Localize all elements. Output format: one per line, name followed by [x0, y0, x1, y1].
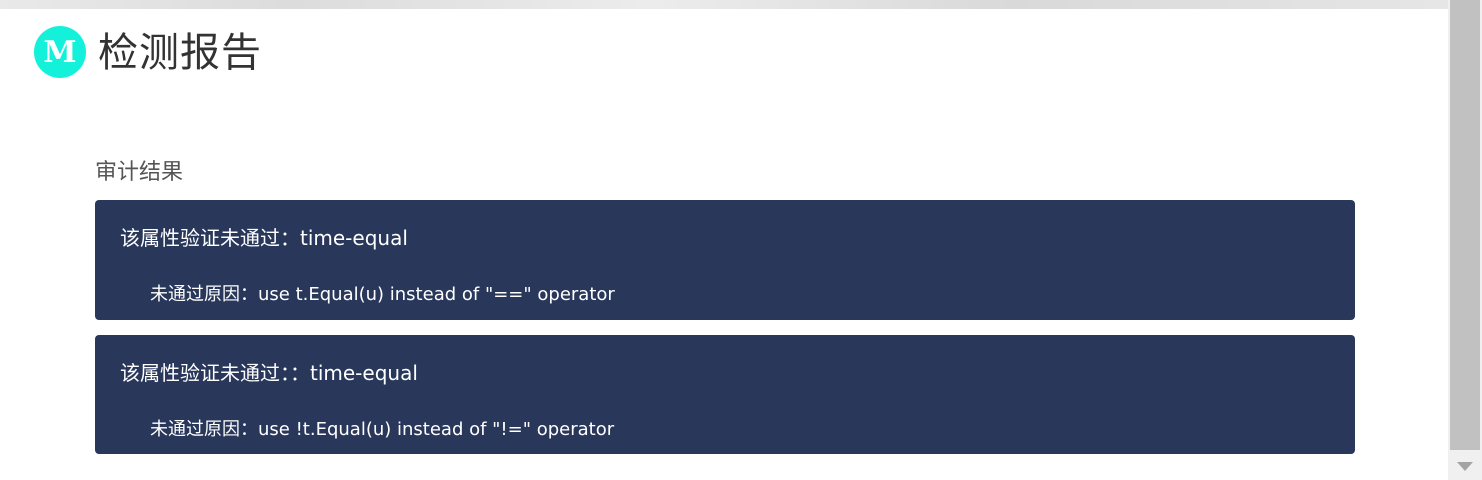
page-title: 检测报告 [98, 30, 262, 76]
chevron-down-icon [1457, 461, 1473, 471]
result-card: 该属性验证未通过：：time-equal 未通过原因：use !t.Equal(… [95, 335, 1355, 454]
result-card: 该属性验证未通过：time-equal 未通过原因：use t.Equal(u)… [95, 200, 1355, 320]
logo-icon: M [34, 26, 86, 78]
scrollbar-thumb[interactable] [1450, 0, 1480, 450]
result-title: 该属性验证未通过：：time-equal [120, 361, 418, 385]
result-reason: 未通过原因：use t.Equal(u) instead of "==" ope… [150, 284, 615, 305]
result-title: 该属性验证未通过：time-equal [120, 226, 408, 250]
top-banner-strip [0, 0, 1448, 9]
vertical-scrollbar[interactable] [1448, 0, 1482, 480]
scroll-down-button[interactable] [1448, 452, 1482, 480]
result-reason: 未通过原因：use !t.Equal(u) instead of "!=" op… [150, 419, 615, 440]
report-header: M 检测报告 [34, 26, 262, 78]
logo-letter: M [43, 34, 77, 70]
report-page: M 检测报告 审计结果 该属性验证未通过：time-equal 未通过原因：us… [0, 0, 1448, 480]
section-title: 审计结果 [95, 160, 184, 185]
